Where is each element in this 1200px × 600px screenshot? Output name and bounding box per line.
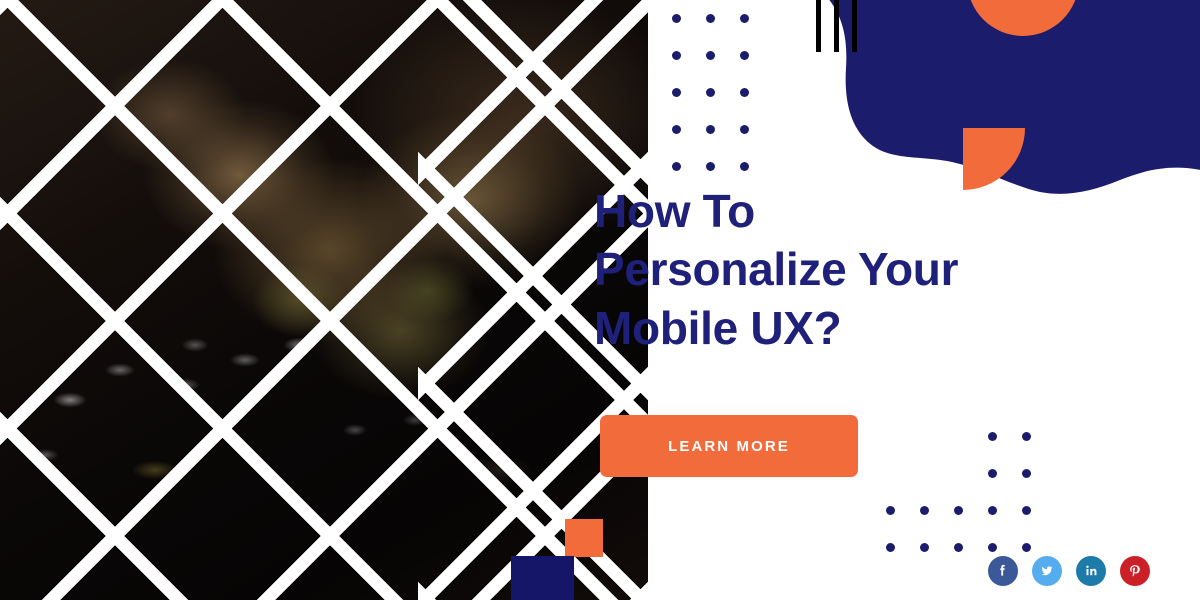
vertical-line: [852, 0, 857, 52]
headline-line-2: Personalize Your: [594, 243, 959, 296]
orange-square-decor: [565, 519, 603, 557]
vertical-line: [816, 0, 821, 52]
grid-dot: [706, 14, 715, 23]
grid-dot: [920, 506, 929, 515]
learn-more-button[interactable]: LEARN MORE: [600, 415, 858, 477]
grid-dot-empty: [954, 432, 963, 441]
facebook-icon[interactable]: [988, 556, 1018, 586]
linkedin-icon[interactable]: [1076, 556, 1106, 586]
grid-dot: [1022, 543, 1031, 552]
page-title: How To Personalize Your Mobile UX?: [594, 182, 1064, 357]
vertical-line: [834, 0, 839, 52]
grid-dot: [740, 125, 749, 134]
dot-grid-top: [672, 14, 749, 171]
pinterest-icon[interactable]: [1120, 556, 1150, 586]
grid-dot-empty: [954, 469, 963, 478]
headline-line-1: How To: [594, 185, 755, 237]
grid-dot: [740, 162, 749, 171]
grid-dot: [672, 51, 681, 60]
photo-collage: [0, 0, 648, 600]
grid-dot: [954, 543, 963, 552]
grid-dot: [672, 88, 681, 97]
grid-dot-empty: [886, 432, 895, 441]
grid-dot: [706, 88, 715, 97]
grid-dot: [706, 51, 715, 60]
grid-dot: [1022, 432, 1031, 441]
grid-dot: [706, 125, 715, 134]
grid-dot-empty: [920, 432, 929, 441]
grid-dot: [988, 543, 997, 552]
grid-dot: [1022, 469, 1031, 478]
grid-dot: [886, 506, 895, 515]
grid-dot: [920, 543, 929, 552]
grid-dot: [988, 506, 997, 515]
grid-dot: [740, 88, 749, 97]
grid-dot: [672, 162, 681, 171]
grid-dot-empty: [886, 469, 895, 478]
grid-dot: [740, 51, 749, 60]
grid-dot: [886, 543, 895, 552]
dot-grid-bottom: [886, 432, 1031, 552]
promo-banner: How To Personalize Your Mobile UX? LEARN…: [0, 0, 1200, 600]
twitter-icon[interactable]: [1032, 556, 1062, 586]
grid-dot: [1022, 506, 1031, 515]
grid-dot: [672, 14, 681, 23]
grid-dot: [988, 432, 997, 441]
grid-dot: [740, 14, 749, 23]
content-block: How To Personalize Your Mobile UX?: [594, 182, 1064, 357]
grid-dot: [672, 125, 681, 134]
grid-dot: [954, 506, 963, 515]
navy-square-decor: [511, 556, 574, 600]
grid-dot-empty: [920, 469, 929, 478]
headline-line-3: Mobile UX?: [594, 301, 842, 354]
grid-dot: [706, 162, 715, 171]
vertical-lines-decor: [816, 0, 857, 52]
social-links: [988, 556, 1150, 586]
grid-dot: [988, 469, 997, 478]
